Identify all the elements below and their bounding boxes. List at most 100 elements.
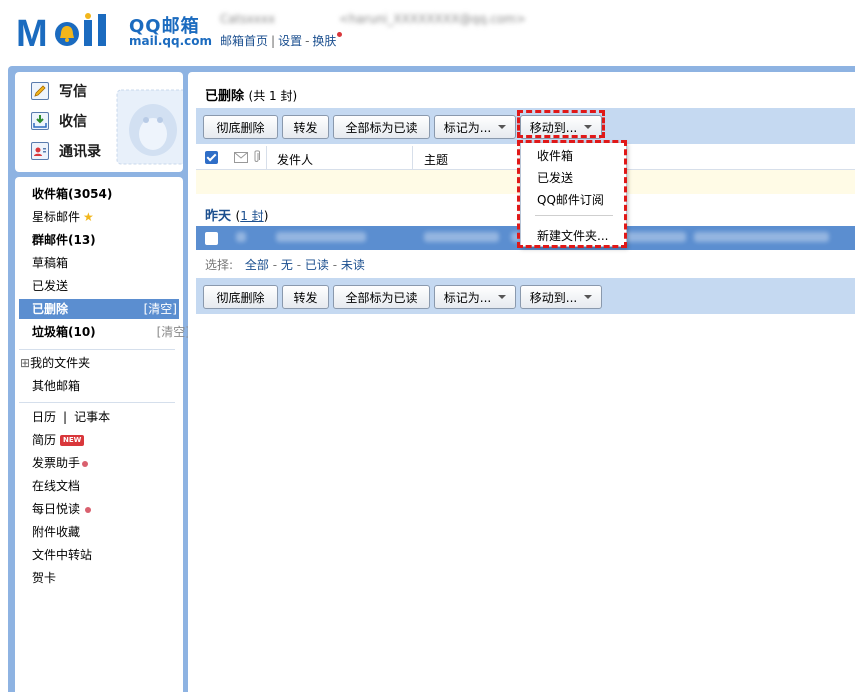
select-dash: - [296,258,302,272]
attachments-link[interactable]: 附件收藏 [32,522,80,542]
row-checkbox[interactable] [205,232,218,245]
mark-as-label: 标记为... [443,120,492,135]
chevron-down-icon [584,295,593,299]
forward-button[interactable]: 转发 [282,115,329,139]
move-to-button[interactable]: 移动到... [520,115,602,139]
select-all-checkbox[interactable] [205,151,218,164]
move-to-label: 移动到... [529,290,578,305]
top-links: 邮箱首页 | 设置 - 换肤 [220,32,343,49]
paperclip-icon[interactable] [252,150,261,164]
row-sender-blurred [276,232,366,242]
select-read-link[interactable]: 已读 [305,258,329,272]
select-row: 选择: 全部 - 无 - 已读 - 未读 [196,254,855,276]
transfer-link[interactable]: 文件中转站 [32,545,92,565]
penguin-stamp-icon [116,89,183,165]
mark-as-button[interactable]: 标记为... [434,115,516,139]
column-subject[interactable]: 主题 [424,151,448,168]
move-to-label: 移动到... [529,120,578,135]
calendar-notes: 日历 | 记事本 [32,407,110,427]
receive-label: 收信 [59,114,87,130]
clear-deleted-link[interactable]: [清空] [144,299,177,319]
mark-as-label: 标记为... [443,290,492,305]
folder-drafts[interactable]: 草稿箱 [32,253,68,273]
account-info: Catsxxxx <haruni_XXXXXXXX@qq.com> [220,12,526,26]
contacts-label: 通讯录 [59,144,101,160]
select-all-link[interactable]: 全部 [245,258,269,272]
delete-forever-button[interactable]: 彻底删除 [203,285,278,309]
group-count-link[interactable]: 1 封 [240,209,263,223]
folder-spam[interactable]: 垃圾箱(10) [清空] [32,322,190,342]
menu-item-subscription[interactable]: QQ邮件订阅 [537,191,604,208]
mark-all-read-button[interactable]: 全部标为已读 [333,285,430,309]
select-label: 选择: [205,258,234,272]
delete-forever-button[interactable]: 彻底删除 [203,115,278,139]
menu-item-inbox[interactable]: 收件箱 [537,147,573,164]
select-unread-link[interactable]: 未读 [341,258,365,272]
expand-icon[interactable]: ⊞ [20,356,30,370]
folder-deleted-label: 已删除 [32,302,69,316]
notify-dot-icon [82,460,89,467]
folder-sent[interactable]: 已发送 [32,276,68,296]
my-folders[interactable]: ⊞我的文件夹 [20,353,90,373]
column-divider [266,146,267,170]
star-icon: ★ [83,210,94,224]
resume-link[interactable]: 简历 NEW [32,430,85,450]
svg-text:M: M [16,13,48,52]
daily-link[interactable]: 每日悦读 [32,499,92,519]
menu-item-new-folder[interactable]: 新建文件夹... [537,227,608,244]
invoice-label: 发票助手 [32,456,81,470]
envelope-icon[interactable] [234,152,248,163]
group-label: 昨天 [205,209,232,224]
chevron-down-icon [584,125,593,129]
settings-link[interactable]: 设置 [278,34,302,48]
invoice-link[interactable]: 发票助手 [32,453,89,473]
brand-domain: mail.qq.com [129,34,212,48]
folder-deleted[interactable]: 已删除 [清空] [19,299,179,319]
divider [19,402,175,403]
folder-starred[interactable]: 星标邮件 ★ [32,207,94,227]
skin-link[interactable]: 换肤 [312,34,336,48]
folder-group[interactable]: 群邮件(13) [32,230,96,250]
notify-dot-icon [337,32,343,37]
calendar-sep: | [63,410,68,424]
select-dash: - [332,258,338,272]
notes-link[interactable]: 记事本 [74,410,110,424]
forward-button[interactable]: 转发 [282,285,329,309]
account-email: <haruni_XXXXXXXX@qq.com> [338,12,526,26]
toolbar-top: 彻底删除 转发 全部标为已读 标记为... 移动到... [196,108,855,144]
menu-item-sent[interactable]: 已发送 [537,169,573,186]
folder-inbox[interactable]: 收件箱(3054) [32,184,112,204]
move-to-menu: 收件箱 已发送 QQ邮件订阅 新建文件夹... [520,142,627,247]
toolbar-bottom: 彻底删除 转发 全部标为已读 标记为... 移动到... [196,278,855,314]
mail-logo-icon[interactable]: M [16,12,126,52]
link-separator: | [271,34,276,48]
unread-icon [236,232,246,242]
folder-list: 收件箱(3054) 星标邮件 ★ 群邮件(13) 草稿箱 已发送 已删除 [清空] … [15,177,190,692]
card-link[interactable]: 贺卡 [32,568,56,588]
docs-link[interactable]: 在线文档 [32,476,80,496]
column-sender[interactable]: 发件人 [277,151,313,168]
mark-all-read-button[interactable]: 全部标为已读 [333,115,430,139]
quick-actions: 写信 收信 通讯录 [15,72,183,172]
group-yesterday: 昨天 (1 封) [205,205,268,224]
mark-as-button[interactable]: 标记为... [434,285,516,309]
daily-label: 每日悦读 [32,502,81,516]
group-count: (1 封) [236,209,269,223]
chevron-down-icon [498,295,507,299]
compose-button[interactable]: 写信 [31,80,87,102]
clear-spam-link[interactable]: [清空] [157,322,190,342]
page-title: 已删除 (共 1 封) [205,85,297,104]
my-folders-label: 我的文件夹 [30,356,91,370]
account-nick: Catsxxxx [220,12,276,26]
contacts-button[interactable]: 通讯录 [31,140,101,162]
menu-divider [535,215,613,216]
folder-other[interactable]: 其他邮箱 [32,376,80,396]
calendar-link[interactable]: 日历 [32,410,56,424]
folder-spam-label: 垃圾箱(10) [32,325,96,339]
move-to-button[interactable]: 移动到... [520,285,602,309]
receive-button[interactable]: 收信 [31,110,87,132]
inbox-download-icon [31,112,49,130]
header: M QQ邮箱 mail.qq.com Catsxxxx <haruni_XXXX… [0,0,855,66]
home-link[interactable]: 邮箱首页 [220,34,268,48]
select-none-link[interactable]: 无 [281,258,293,272]
